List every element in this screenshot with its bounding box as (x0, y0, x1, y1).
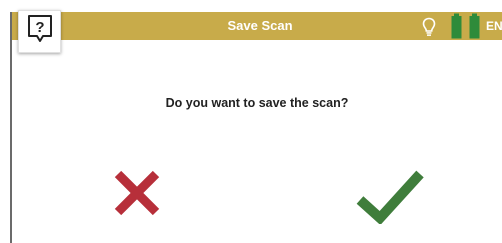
save-question: Do you want to save the scan? (165, 96, 349, 110)
help-button[interactable]: ? (18, 10, 61, 53)
svg-text:?: ? (35, 19, 44, 36)
confirm-button[interactable] (350, 166, 430, 230)
title-bar: Save Scan EN (12, 12, 502, 40)
lightbulb-icon[interactable] (422, 17, 436, 37)
checkmark-icon (354, 168, 426, 229)
help-question-icon: ? (26, 14, 54, 49)
battery-icon (450, 13, 484, 39)
language-indicator[interactable]: EN (486, 12, 502, 40)
x-icon (112, 168, 162, 223)
cancel-button[interactable] (108, 166, 166, 224)
app-screen: Save Scan EN ? Do you want to save the s… (10, 10, 502, 243)
